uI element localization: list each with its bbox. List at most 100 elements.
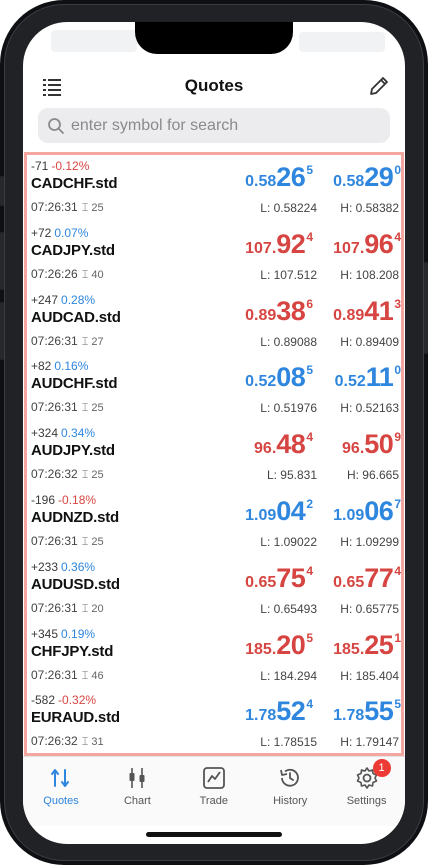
quote-row[interactable]: +82 0.16% AUDCHF.std 07:26:31 ⌶ 25 0.52085 0.5… <box>27 355 401 422</box>
price-prefix: 0.89 <box>333 306 365 324</box>
volume-down-button <box>0 302 4 360</box>
bid-price[interactable]: 107.924 <box>245 230 313 258</box>
tab-trade[interactable]: Trade <box>176 765 252 807</box>
low-price: L: 0.65493 <box>260 601 317 616</box>
symbol-name: CHFJPY.std <box>31 642 114 660</box>
daily-change: +233 0.36% <box>31 560 95 574</box>
quote-time: 07:26:31 <box>31 533 78 548</box>
price-big-digits: 75 <box>276 562 306 593</box>
quote-row[interactable]: +233 0.36% AUDUSD.std 07:26:31 ⌶ 20 0.65754 0.… <box>27 556 401 623</box>
history-icon <box>252 765 328 791</box>
symbol-name: CADJPY.std <box>31 241 115 259</box>
quote-meta: 07:26:31 ⌶ 25 <box>31 200 104 215</box>
price-big-digits: 29 <box>364 162 394 192</box>
status-bar-indicators-area <box>299 32 385 52</box>
ask-price[interactable]: 0.52110 <box>335 364 401 391</box>
low-price: L: 0.51976 <box>260 401 317 416</box>
change-percent: -0.18% <box>58 492 97 507</box>
daily-change: -196 -0.18% <box>31 493 96 507</box>
trade-icon <box>176 765 252 791</box>
price-big-digits: 41 <box>364 295 394 326</box>
price-big-digits: 20 <box>276 629 306 660</box>
tab-label: History <box>273 795 308 807</box>
change-points: +82 <box>31 359 52 374</box>
price-fraction-digit: 3 <box>394 296 401 311</box>
quote-row[interactable]: -582 -0.32% EURAUD.std 07:26:32 ⌶ 31 1.78524 1… <box>27 689 401 753</box>
bid-price[interactable]: 0.52085 <box>245 364 313 391</box>
ask-price[interactable]: 96.509 <box>342 431 401 458</box>
change-percent: 0.36% <box>61 559 96 574</box>
quote-row[interactable]: -71 -0.12% CADCHF.std 07:26:31 ⌶ 25 0.58265 0.… <box>27 155 401 222</box>
symbol-name: AUDJPY.std <box>31 442 115 460</box>
tab-settings[interactable]: Settings 1 <box>329 759 405 807</box>
quote-time: 07:26:31 <box>31 400 78 415</box>
symbol-name: AUDUSD.std <box>31 575 120 593</box>
daily-change: -582 -0.32% <box>31 693 96 707</box>
ask-price[interactable]: 1.09067 <box>333 495 401 526</box>
low-price: L: 184.294 <box>260 668 317 683</box>
quote-time: 07:26:32 <box>31 467 78 482</box>
change-percent: -0.32% <box>58 693 97 708</box>
bid-price[interactable]: 1.09042 <box>245 495 313 526</box>
quotes-list[interactable]: -71 -0.12% CADCHF.std 07:26:31 ⌶ 25 0.58265 0.… <box>24 152 404 756</box>
price-prefix: 0.65 <box>245 573 277 591</box>
change-percent: 0.34% <box>61 426 96 441</box>
edit-pencil-icon[interactable] <box>367 74 391 98</box>
price-big-digits: 11 <box>365 362 394 393</box>
tab-history[interactable]: History <box>252 765 328 807</box>
price-prefix: 0.58 <box>333 173 365 190</box>
quote-row[interactable]: +345 0.19% CHFJPY.std 07:26:31 ⌶ 46 185.205 18… <box>27 623 401 690</box>
quote-meta: 07:26:31 ⌶ 27 <box>31 334 104 349</box>
ask-price[interactable]: 107.964 <box>333 229 401 258</box>
bid-price[interactable]: 96.484 <box>254 431 313 458</box>
price-fraction-digit: 5 <box>394 697 401 712</box>
price-big-digits: 55 <box>364 696 394 727</box>
price-big-digits: 50 <box>364 429 394 460</box>
tab-chart[interactable]: Chart <box>99 765 175 807</box>
low-price: L: 0.89088 <box>260 334 317 349</box>
quote-row[interactable]: +324 0.34% AUDJPY.std 07:26:32 ⌶ 25 96.484 96.… <box>27 422 401 489</box>
home-indicator[interactable] <box>146 832 282 837</box>
quote-meta: 07:26:32 ⌶ 31 <box>31 734 104 749</box>
bid-price[interactable]: 185.205 <box>245 629 313 660</box>
search-input[interactable] <box>71 116 371 135</box>
ask-price[interactable]: 0.89413 <box>333 295 401 326</box>
bid-price[interactable]: 0.89386 <box>245 297 313 325</box>
quotes-icon <box>23 765 99 791</box>
price-fraction-digit: 0 <box>394 363 401 378</box>
price-big-digits: 04 <box>276 495 306 526</box>
spread-value: ⌶ 46 <box>81 669 104 682</box>
price-prefix: 185. <box>245 640 277 658</box>
quote-meta: 07:26:31 ⌶ 25 <box>31 534 104 549</box>
change-points: +72 <box>31 225 52 240</box>
bid-price[interactable]: 0.58265 <box>245 164 313 191</box>
ask-price[interactable]: 185.251 <box>333 631 401 659</box>
ask-price[interactable]: 0.65774 <box>333 564 401 592</box>
price-big-digits: 48 <box>276 429 306 460</box>
daily-change: +324 0.34% <box>31 426 95 440</box>
mute-switch <box>0 176 4 206</box>
price-big-digits: 26 <box>276 162 306 192</box>
quote-time: 07:26:26 <box>31 266 78 281</box>
tab-quotes[interactable]: Quotes <box>23 765 99 807</box>
search-bar[interactable] <box>38 108 390 143</box>
search-icon <box>48 117 64 134</box>
ask-price[interactable]: 1.78555 <box>333 698 401 725</box>
ask-price[interactable]: 0.58290 <box>333 164 401 191</box>
price-fraction-digit: 4 <box>394 229 401 244</box>
price-prefix: 1.78 <box>245 707 277 725</box>
power-button <box>424 262 428 354</box>
quote-row[interactable]: +247 0.28% AUDCAD.std 07:26:31 ⌶ 27 0.89386 0.… <box>27 289 401 356</box>
spread-value: ⌶ 31 <box>81 736 104 749</box>
bid-price[interactable]: 0.65754 <box>245 562 313 593</box>
price-prefix: 96. <box>254 440 277 458</box>
change-points: +233 <box>31 559 59 574</box>
high-price: H: 96.665 <box>346 468 399 483</box>
quote-row[interactable]: +72 0.07% CADJPY.std 07:26:26 ⌶ 40 107.924 107… <box>27 222 401 289</box>
price-prefix: 0.89 <box>245 306 277 324</box>
quote-row[interactable]: -196 -0.18% AUDNZD.std 07:26:31 ⌶ 25 1.09042 1… <box>27 489 401 556</box>
price-big-digits: 06 <box>364 495 394 526</box>
quote-time: 07:26:32 <box>31 734 78 749</box>
bid-price[interactable]: 1.78524 <box>245 698 313 725</box>
tab-label: Trade <box>199 795 228 807</box>
